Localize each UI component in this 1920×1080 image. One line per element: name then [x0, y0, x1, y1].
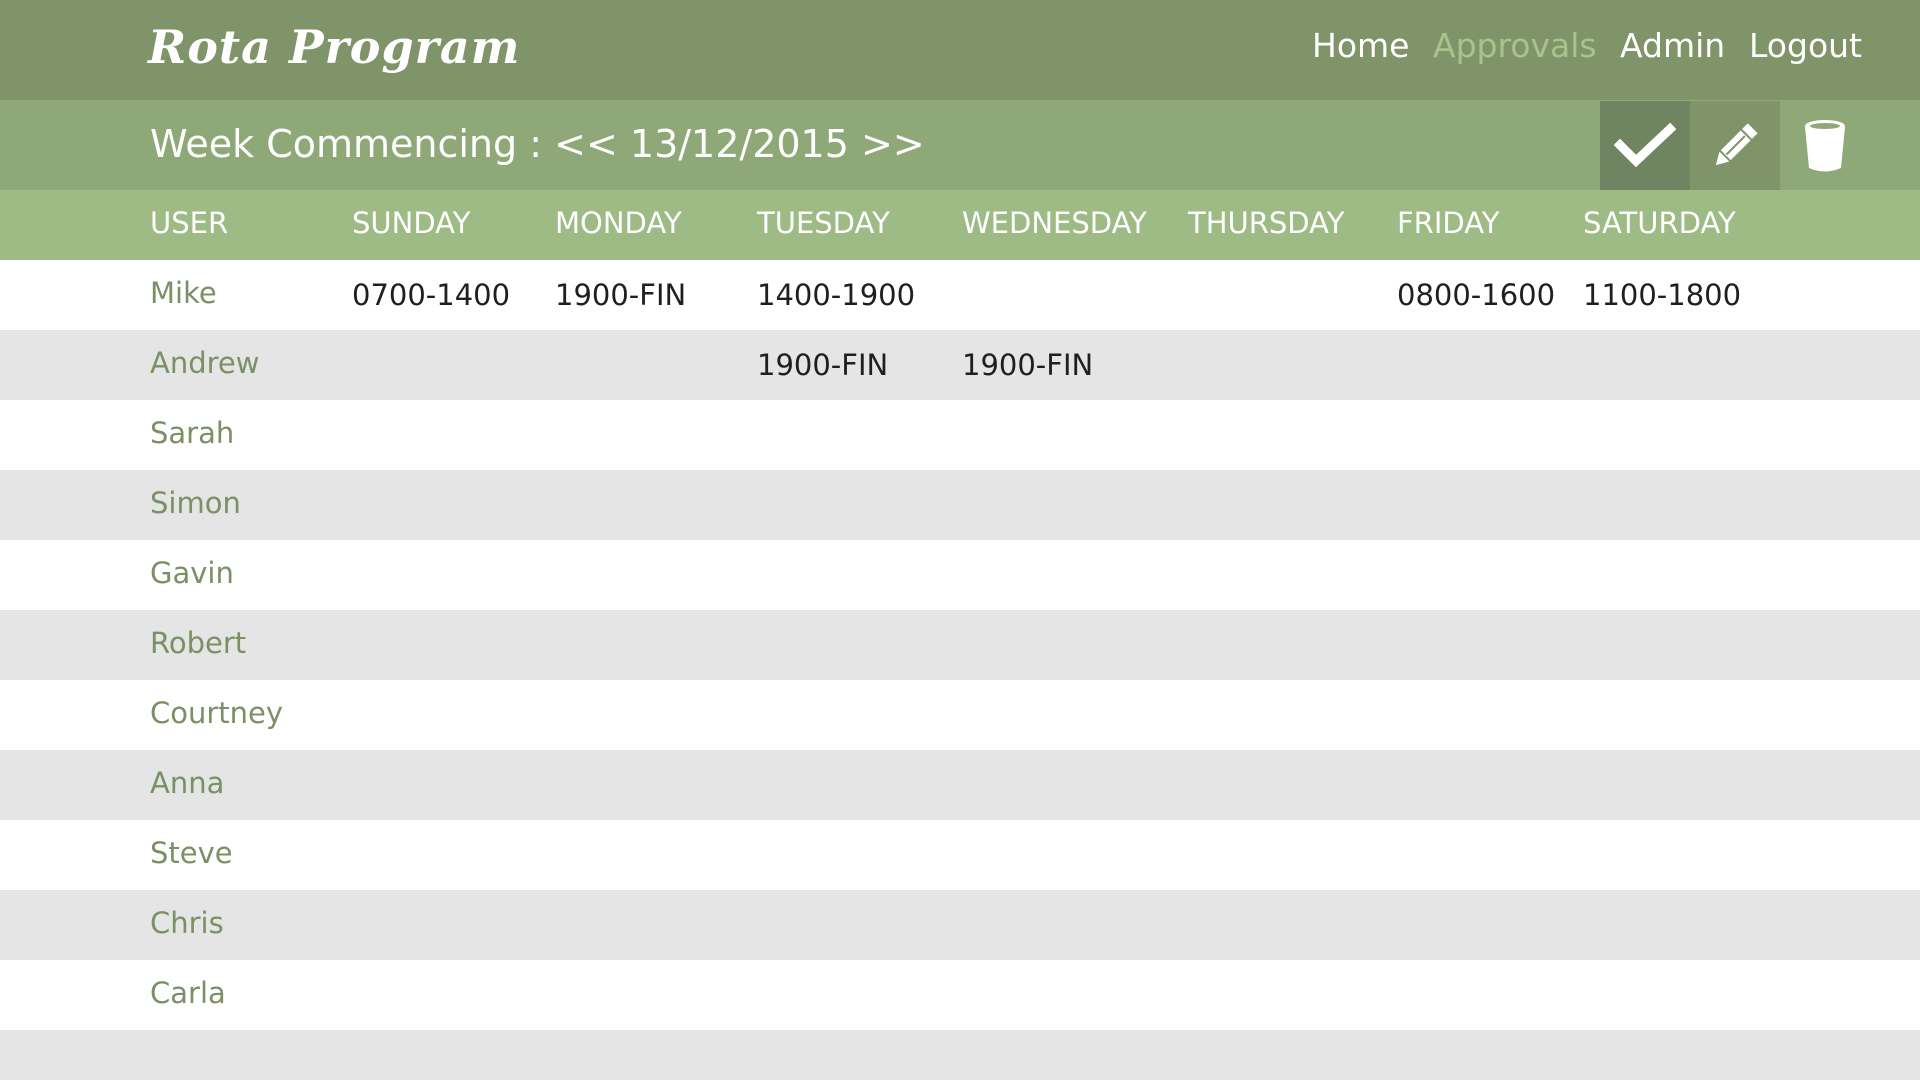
column-header-sunday: SUNDAY — [352, 206, 471, 240]
edit-button[interactable] — [1690, 101, 1780, 190]
user-name-link[interactable]: Andrew — [150, 346, 259, 380]
table-row: Sarah — [0, 400, 1920, 470]
shift-cell: 1900-FIN — [757, 348, 889, 382]
previous-week-button[interactable]: << — [554, 122, 618, 166]
user-name-link[interactable]: Simon — [150, 486, 241, 520]
shift-cell: 1100-1800 — [1583, 278, 1742, 312]
column-header-monday: MONDAY — [555, 206, 682, 240]
table-row: Andrew 1900-FIN 1900-FIN — [0, 330, 1920, 400]
shift-cell: 0700-1400 — [352, 278, 511, 312]
column-header-thursday: THURSDAY — [1188, 206, 1345, 240]
check-icon — [1614, 122, 1676, 167]
next-week-button[interactable]: >> — [861, 122, 925, 166]
column-header-saturday: SATURDAY — [1583, 206, 1736, 240]
table-row: Robert — [0, 610, 1920, 680]
nav-home-link[interactable]: Home — [1312, 26, 1409, 65]
column-header-friday: FRIDAY — [1397, 206, 1500, 240]
user-name-link[interactable]: Robert — [150, 626, 246, 660]
delete-button[interactable] — [1780, 101, 1870, 190]
table-row: Mike 0700-1400 1900-FIN 1400-1900 0800-1… — [0, 260, 1920, 330]
nav-approvals-link[interactable]: Approvals — [1433, 26, 1597, 65]
user-name-link[interactable]: Anna — [150, 766, 224, 800]
week-date: 13/12/2015 — [629, 122, 849, 166]
table-row: Carla — [0, 960, 1920, 1030]
app-title: Rota Program — [148, 20, 521, 74]
shift-cell: 1900-FIN — [555, 278, 687, 312]
bin-icon — [1805, 119, 1845, 171]
table-row: Simon — [0, 470, 1920, 540]
nav-admin-link[interactable]: Admin — [1620, 26, 1725, 65]
rota-table-header: USER SUNDAY MONDAY TUESDAY WEDNESDAY THU… — [0, 190, 1920, 260]
top-nav-bar: Rota Program Home Approvals Admin Logout — [0, 0, 1920, 100]
approve-button[interactable] — [1600, 101, 1690, 190]
user-name-link[interactable]: Carla — [150, 976, 226, 1010]
table-row: Anna — [0, 750, 1920, 820]
table-row: Gavin — [0, 540, 1920, 610]
nav-logout-link[interactable]: Logout — [1749, 26, 1862, 65]
shift-cell: 0800-1600 — [1397, 278, 1556, 312]
table-row: Chris — [0, 890, 1920, 960]
user-name-link[interactable]: Chris — [150, 906, 224, 940]
user-name-link[interactable]: Steve — [150, 836, 233, 870]
pencil-icon — [1715, 122, 1758, 165]
shift-cell: 1900-FIN — [962, 348, 1094, 382]
user-name-link[interactable]: Sarah — [150, 416, 234, 450]
column-header-user: USER — [150, 206, 229, 240]
table-row: Courtney — [0, 680, 1920, 750]
column-header-wednesday: WEDNESDAY — [962, 206, 1147, 240]
week-commencing-label: Week Commencing : — [150, 122, 543, 166]
shift-cell: 1400-1900 — [757, 278, 916, 312]
user-name-link[interactable]: Courtney — [150, 696, 283, 730]
user-name-link[interactable]: Mike — [150, 276, 217, 310]
user-name-link[interactable]: Gavin — [150, 556, 234, 590]
table-row: Steve — [0, 820, 1920, 890]
column-header-tuesday: TUESDAY — [757, 206, 890, 240]
week-commencing: Week Commencing : << 13/12/2015 >> — [150, 122, 925, 166]
